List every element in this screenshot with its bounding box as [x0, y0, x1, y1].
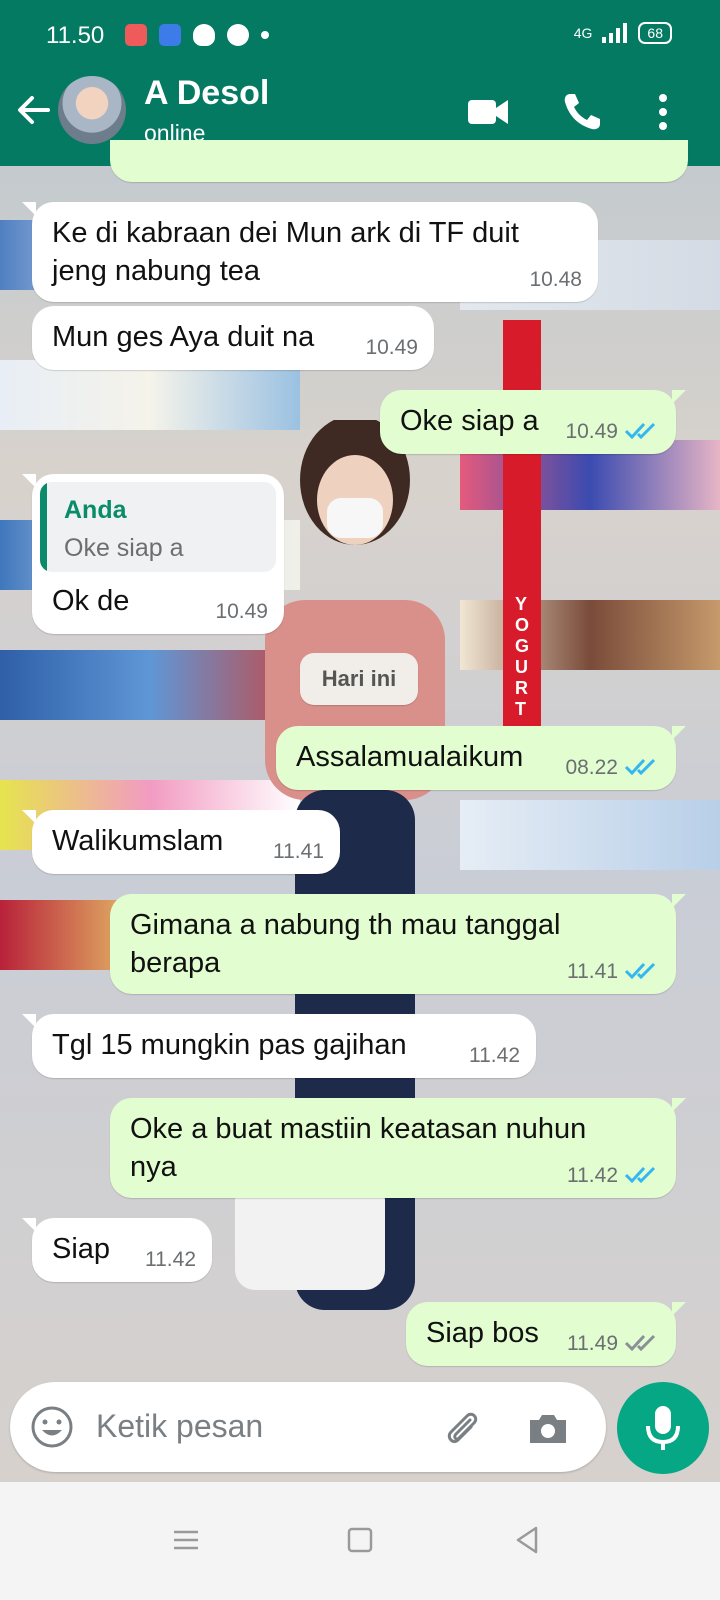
message-text: Mun ges Aya duit na	[52, 321, 315, 353]
message-text: Ke di kabraan dei Mun ark di TF duit jen…	[52, 217, 519, 287]
notification-icons	[125, 24, 269, 46]
read-ticks-icon	[624, 962, 656, 980]
message-bubble-outgoing[interactable]: Siap bos 11.49	[406, 1302, 686, 1366]
quote-text: Oke siap a	[64, 534, 184, 562]
message-time: 11.41	[273, 840, 324, 863]
attachment-icon[interactable]	[440, 1406, 484, 1450]
message-composer[interactable]: Ketik pesan	[10, 1382, 606, 1472]
system-navigation-bar	[0, 1482, 720, 1600]
message-time: 11.42	[567, 1164, 618, 1187]
message-bubble-incoming[interactable]: Tgl 15 mungkin pas gajihan 11.42	[22, 1014, 536, 1078]
recents-icon[interactable]	[166, 1520, 206, 1560]
read-ticks-icon	[624, 1166, 656, 1184]
date-divider: Hari ini	[300, 653, 418, 705]
bubble-tail	[672, 726, 686, 740]
message-bubble-outgoing[interactable]: Gimana a nabung th mau tanggal berapa 11…	[110, 894, 686, 994]
back-nav-icon[interactable]	[508, 1520, 548, 1560]
contact-name[interactable]: A Desol	[144, 74, 269, 113]
bubble-tail	[22, 1014, 36, 1028]
message-bubble-outgoing[interactable]: Assalamualaikum 08.22	[276, 726, 686, 790]
bubble-tail	[672, 1302, 686, 1316]
emoji-icon[interactable]	[30, 1405, 74, 1449]
message-text: Walikumslam	[52, 825, 224, 857]
message-time: 11.42	[145, 1248, 196, 1271]
bubble-tail	[672, 1098, 686, 1112]
delivered-ticks-icon	[624, 1334, 656, 1352]
message-text: Oke a buat mastiin keatasan nuhun nya	[130, 1113, 587, 1183]
message-text: Tgl 15 mungkin pas gajihan	[52, 1029, 407, 1061]
more-options-icon[interactable]	[650, 90, 676, 134]
signal-icon	[602, 23, 628, 43]
message-bubble-incoming[interactable]: Ke di kabraan dei Mun ark di TF duit jen…	[22, 202, 598, 302]
microphone-icon	[646, 1406, 680, 1450]
message-time: 11.41	[567, 960, 618, 983]
status-bar: 11.50 4G 68	[0, 0, 720, 70]
video-call-icon[interactable]	[466, 90, 510, 134]
message-text: Assalamualaikum	[296, 741, 524, 773]
message-time: 10.49	[365, 336, 418, 359]
more-notifications-dot	[261, 31, 269, 39]
message-text: Ok de	[52, 585, 130, 617]
bubble-tail	[22, 810, 36, 824]
message-text: Gimana a nabung th mau tanggal berapa	[130, 909, 561, 979]
camera-icon[interactable]	[526, 1406, 570, 1450]
bubble-tail	[672, 390, 686, 404]
quoted-message[interactable]: Anda Oke siap a	[40, 482, 276, 572]
status-right: 4G 68	[574, 22, 672, 44]
message-bubble-incoming[interactable]: Walikumslam 11.41	[22, 810, 340, 874]
message-bubble-outgoing[interactable]: Oke a buat mastiin keatasan nuhun nya 11…	[110, 1098, 686, 1198]
message-bubble-incoming-reply[interactable]: Anda Oke siap a Ok de 10.49	[22, 474, 284, 634]
bubble-tail	[22, 474, 36, 488]
message-time: 11.49	[567, 1332, 618, 1355]
wallet-notification-icon	[159, 24, 181, 46]
quote-bar	[40, 482, 47, 572]
message-time: 08.22	[565, 756, 618, 779]
message-bubble-incoming[interactable]: Mun ges Aya duit na 10.49	[32, 306, 434, 370]
message-time: 10.49	[565, 420, 618, 443]
yogurt-sign: YOGURT	[503, 320, 541, 740]
shelf-decoration	[460, 600, 720, 670]
home-icon[interactable]	[340, 1520, 380, 1560]
message-time: 10.49	[215, 600, 268, 623]
battery-icon: 68	[638, 22, 672, 44]
network-type: 4G	[573, 25, 593, 41]
bubble-tail	[22, 202, 36, 216]
message-time: 11.42	[469, 1044, 520, 1067]
status-time: 11.50	[46, 22, 105, 49]
message-bubble-incoming[interactable]: Siap 11.42	[22, 1218, 212, 1282]
read-ticks-icon	[624, 422, 656, 440]
message-text: Oke siap a	[400, 405, 539, 437]
quote-author: Anda	[64, 496, 127, 524]
back-arrow-icon[interactable]	[14, 90, 54, 130]
read-ticks-icon	[624, 758, 656, 776]
message-bubble-outgoing[interactable]: Oke siap a 10.49	[380, 390, 686, 454]
shield-icon	[193, 24, 215, 46]
whatsapp-notification-icon	[227, 24, 249, 46]
bubble-tail	[672, 894, 686, 908]
message-text: Siap	[52, 1233, 111, 1265]
shelf-decoration	[460, 800, 720, 870]
message-bubble-outgoing-partial[interactable]	[110, 140, 688, 182]
message-input[interactable]: Ketik pesan	[96, 1408, 263, 1445]
voice-call-icon[interactable]	[560, 90, 604, 134]
message-time: 10.48	[529, 268, 582, 291]
message-text: Siap bos	[426, 1317, 539, 1349]
contact-avatar[interactable]	[58, 76, 126, 144]
voice-message-button[interactable]	[617, 1382, 709, 1474]
app-notification-icon	[125, 24, 147, 46]
bubble-tail	[22, 1218, 36, 1232]
